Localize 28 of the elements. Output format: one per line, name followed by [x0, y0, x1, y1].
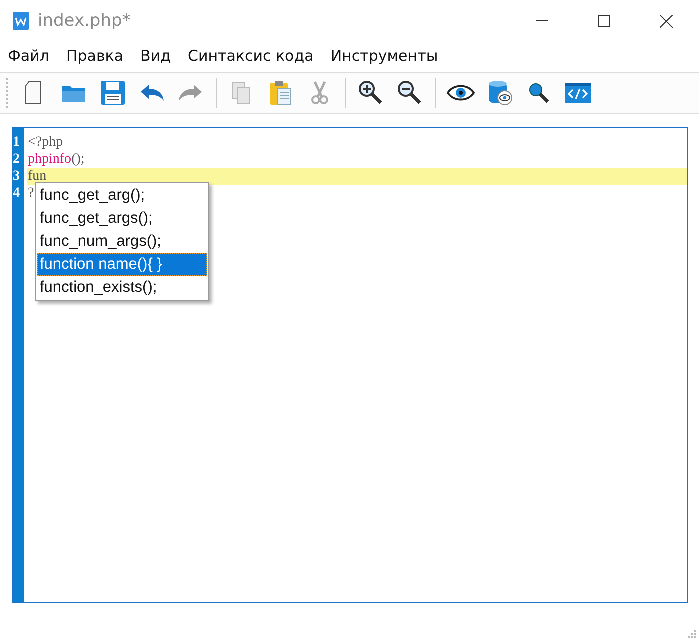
save-icon[interactable]: [99, 79, 127, 107]
close-icon[interactable]: [660, 14, 673, 28]
suggestion-item[interactable]: function_exists();: [37, 276, 207, 299]
database-eye-icon[interactable]: [486, 79, 514, 107]
resize-grip-icon[interactable]: [687, 629, 697, 639]
menu-item[interactable]: Инструменты: [330, 47, 438, 65]
zoom-out-icon[interactable]: [396, 79, 424, 107]
line-number: 4: [13, 185, 21, 202]
code-line: <?php: [28, 135, 64, 150]
menu-item[interactable]: Вид: [140, 47, 171, 65]
menu-item[interactable]: Правка: [66, 47, 124, 65]
suggestion-item[interactable]: func_get_args();: [37, 207, 207, 230]
suggestion-item[interactable]: func_num_args();: [37, 230, 207, 253]
line-number: 1: [13, 134, 21, 151]
code-editor[interactable]: 1 2 3 4 <?php phpinfo(); fun ? func_get_arg(); func_get_args(); func_num_args(); function name(){ } function_exists();: [12, 127, 688, 603]
line-number: 3: [13, 168, 21, 185]
line-number: 2: [13, 151, 21, 168]
window-title: index.php*: [38, 11, 131, 31]
app-icon: [12, 12, 30, 30]
maximize-icon[interactable]: [598, 15, 610, 27]
code-line: fun: [28, 169, 47, 184]
menu-item[interactable]: Файл: [8, 47, 50, 65]
code-line: phpinfo();: [28, 152, 85, 167]
suggestion-item[interactable]: function name(){ }: [37, 253, 207, 276]
menu-item[interactable]: Синтаксис кода: [188, 47, 314, 65]
zoom-in-icon[interactable]: [357, 79, 385, 107]
code-line: ?: [28, 186, 34, 201]
suggestion-item[interactable]: func_get_arg();: [37, 184, 207, 207]
